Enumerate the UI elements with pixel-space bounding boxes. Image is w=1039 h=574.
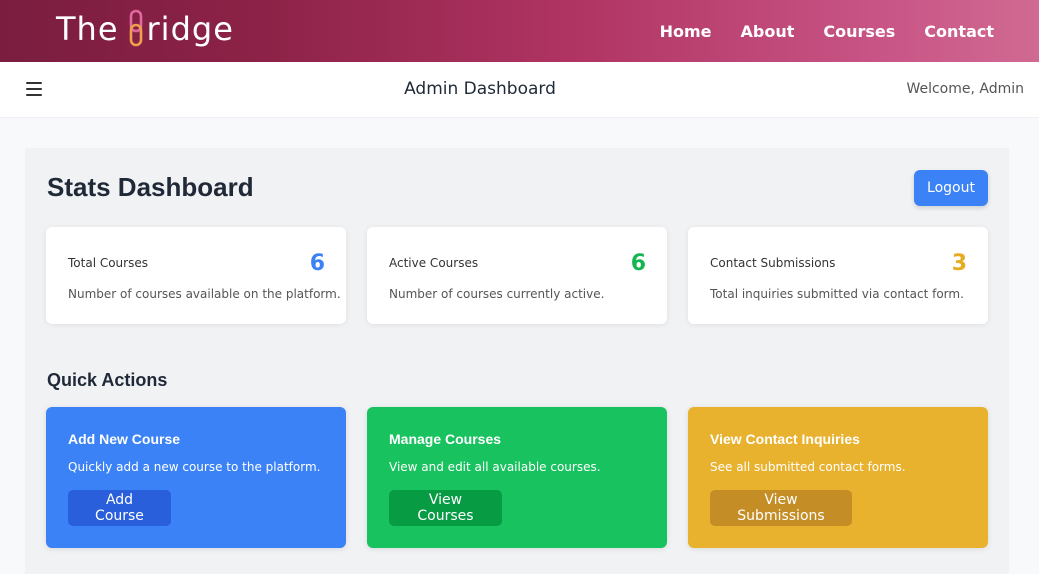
stat-value: 6 [630, 251, 646, 276]
nav-about-link[interactable]: About [741, 22, 795, 41]
nav-contact-link[interactable]: Contact [924, 22, 994, 41]
chain-link-icon [127, 9, 147, 49]
action-card-add-course: Add New Course Quickly add a new course … [46, 407, 346, 548]
action-card-contact-inquiries: View Contact Inquiries See all submitted… [688, 407, 988, 548]
brand-suffix: ridge [146, 10, 234, 48]
dashboard-panel: Stats Dashboard Logout Total Courses 6 N… [25, 148, 1009, 574]
action-title: Manage Courses [389, 431, 502, 447]
quick-actions-heading: Quick Actions [47, 370, 168, 390]
view-courses-button[interactable]: View Courses [389, 490, 502, 526]
admin-header-title: Admin Dashboard [404, 79, 556, 99]
stat-card-active-courses: Active Courses 6 Number of courses curre… [367, 227, 667, 324]
nav-home-link[interactable]: Home [660, 22, 712, 41]
page-title: Stats Dashboard [47, 172, 254, 202]
add-course-button[interactable]: Add Course [68, 490, 171, 526]
logout-button[interactable]: Logout [914, 170, 988, 206]
brand-prefix: The [56, 10, 119, 48]
stat-description: Number of courses currently active. [389, 287, 605, 301]
action-description: View and edit all available courses. [389, 460, 601, 474]
stat-card-total-courses: Total Courses 6 Number of courses availa… [46, 227, 346, 324]
action-card-manage-courses: Manage Courses View and edit all availab… [367, 407, 667, 548]
stat-label: Total Courses [68, 256, 148, 270]
stat-card-contact-submissions: Contact Submissions 3 Total inquiries su… [688, 227, 988, 324]
view-submissions-button[interactable]: View Submissions [710, 490, 852, 526]
action-description: See all submitted contact forms. [710, 460, 906, 474]
stat-description: Number of courses available on the platf… [68, 287, 341, 301]
stat-value: 6 [309, 251, 325, 276]
action-title: View Contact Inquiries [710, 431, 860, 447]
admin-header: Admin Dashboard Welcome, Admin [0, 62, 1039, 118]
welcome-text: Welcome, Admin [906, 81, 1024, 97]
stat-description: Total inquiries submitted via contact fo… [710, 287, 964, 301]
action-description: Quickly add a new course to the platform… [68, 460, 321, 474]
action-title: Add New Course [68, 431, 181, 447]
main-nav: Home About Courses Contact [660, 0, 994, 62]
nav-courses-link[interactable]: Courses [823, 22, 895, 41]
stat-value: 3 [951, 251, 967, 276]
brand-logo[interactable]: The ridge [56, 9, 234, 49]
stat-label: Contact Submissions [710, 256, 836, 270]
top-navbar: The ridge Home About Courses Contact [0, 0, 1039, 62]
stat-label: Active Courses [389, 256, 479, 270]
